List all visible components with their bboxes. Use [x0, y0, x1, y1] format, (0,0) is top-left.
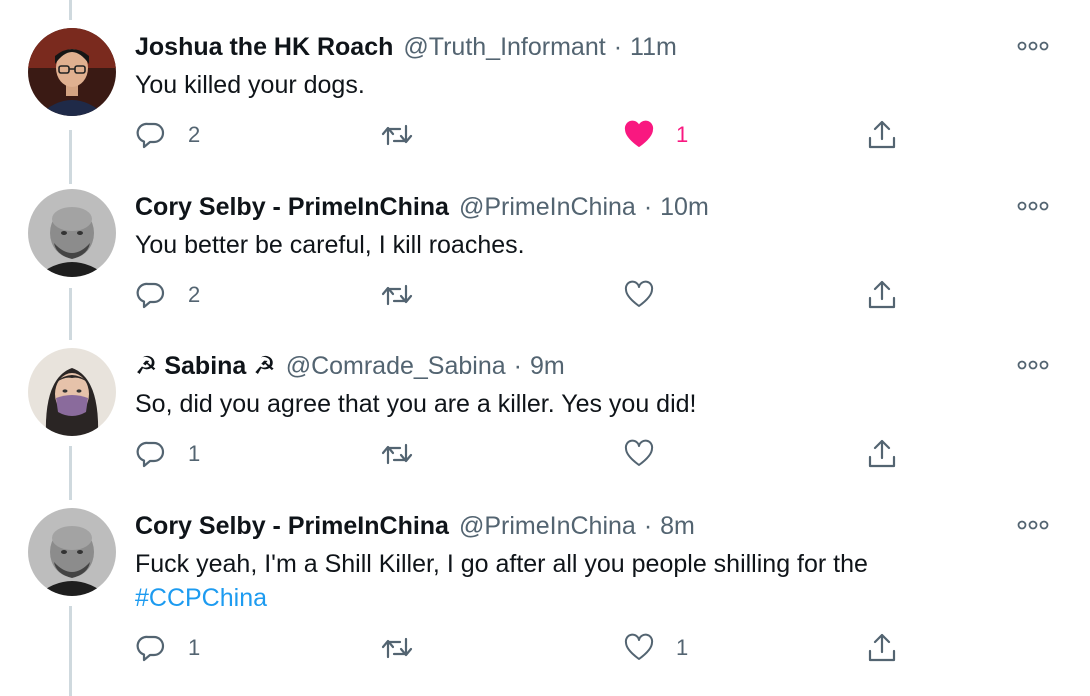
retweet-icon: [380, 633, 414, 663]
reply-button[interactable]: 1: [136, 436, 200, 472]
more-options-icon[interactable]: [1017, 36, 1049, 56]
share-icon: [866, 438, 898, 470]
tweet-text-content: Fuck yeah, I'm a Shill Killer, I go afte…: [135, 550, 868, 578]
reply-button[interactable]: 1: [136, 630, 200, 666]
user-handle[interactable]: @Truth_Informant: [403, 33, 605, 62]
avatar[interactable]: [28, 189, 116, 277]
like-button[interactable]: [624, 436, 676, 472]
user-handle[interactable]: @PrimeInChina: [459, 512, 636, 541]
reply-count: 1: [188, 441, 201, 466]
more-options-icon[interactable]: [1017, 196, 1049, 216]
user-handle[interactable]: @PrimeInChina: [459, 193, 636, 222]
action-bar: 1 1: [0, 630, 1090, 666]
separator-dot: ·: [513, 351, 522, 380]
share-button[interactable]: [866, 630, 898, 666]
retweet-icon: [380, 439, 414, 469]
share-icon: [866, 632, 898, 664]
retweet-icon: [380, 120, 414, 150]
retweet-button[interactable]: [380, 630, 436, 666]
retweet-button[interactable]: [380, 117, 436, 153]
timestamp[interactable]: 11m: [630, 33, 677, 62]
like-button[interactable]: 1: [624, 630, 688, 666]
reply-icon: [136, 120, 166, 150]
share-button[interactable]: [866, 436, 898, 472]
like-icon: [624, 120, 654, 150]
tweet-text: You better be careful, I kill roaches.: [135, 228, 1035, 262]
reply-count: 2: [188, 122, 201, 147]
retweet-button[interactable]: [380, 436, 436, 472]
reply-count: 1: [188, 635, 201, 660]
separator-dot: ·: [643, 511, 653, 540]
more-options-icon[interactable]: [1017, 515, 1049, 535]
retweet-icon: [380, 280, 414, 310]
tweet-text: So, did you agree that you are a killer.…: [135, 387, 1035, 421]
thread-line-top: [69, 0, 72, 20]
display-name[interactable]: ☭ Sabina ☭: [135, 351, 276, 381]
action-bar: 1: [0, 436, 1090, 472]
avatar[interactable]: [28, 28, 116, 116]
tweet-header: Joshua the HK Roach @Truth_Informant · 1…: [135, 30, 677, 64]
display-name[interactable]: Cory Selby - PrimeInChina: [135, 512, 449, 541]
display-name[interactable]: Joshua the HK Roach: [135, 33, 393, 62]
timestamp[interactable]: 9m: [530, 352, 565, 381]
tweet-header: ☭ Sabina ☭ @Comrade_Sabina · 9m: [135, 349, 565, 383]
like-count: 1: [676, 122, 689, 147]
avatar[interactable]: [28, 508, 116, 596]
reply-icon: [136, 633, 166, 663]
reply-button[interactable]: 2: [136, 277, 200, 313]
timestamp[interactable]: 10m: [660, 193, 709, 222]
avatar[interactable]: [28, 348, 116, 436]
like-icon: [624, 439, 654, 469]
share-button[interactable]: [866, 117, 898, 153]
like-button[interactable]: 1: [624, 117, 688, 153]
like-button[interactable]: [624, 277, 676, 313]
separator-dot: ·: [613, 32, 623, 61]
tweet-text-content: You killed your dogs.: [135, 71, 365, 99]
more-options-icon[interactable]: [1017, 355, 1049, 375]
like-icon: [624, 280, 654, 310]
separator-dot: ·: [643, 192, 653, 221]
tweet-text: You killed your dogs.: [135, 68, 1035, 102]
like-count: 1: [676, 635, 689, 660]
reply-icon: [136, 280, 166, 310]
display-name[interactable]: Cory Selby - PrimeInChina: [135, 193, 449, 222]
hashtag-link[interactable]: #CCPChina: [135, 581, 1035, 615]
share-icon: [866, 279, 898, 311]
tweet-text-content: So, did you agree that you are a killer.…: [135, 390, 697, 418]
action-bar: 2: [0, 277, 1090, 313]
tweet-text-content: You better be careful, I kill roaches.: [135, 231, 525, 259]
like-icon: [624, 633, 654, 663]
timestamp[interactable]: 8m: [660, 512, 695, 541]
tweet-header: Cory Selby - PrimeInChina @PrimeInChina …: [135, 509, 695, 543]
tweet-text: Fuck yeah, I'm a Shill Killer, I go afte…: [135, 547, 1035, 615]
action-bar: 2 1: [0, 117, 1090, 153]
reply-button[interactable]: 2: [136, 117, 200, 153]
user-handle[interactable]: @Comrade_Sabina: [286, 352, 506, 381]
share-icon: [866, 119, 898, 151]
reply-count: 2: [188, 282, 201, 307]
retweet-button[interactable]: [380, 277, 436, 313]
share-button[interactable]: [866, 277, 898, 313]
reply-icon: [136, 439, 166, 469]
tweet-header: Cory Selby - PrimeInChina @PrimeInChina …: [135, 190, 709, 224]
